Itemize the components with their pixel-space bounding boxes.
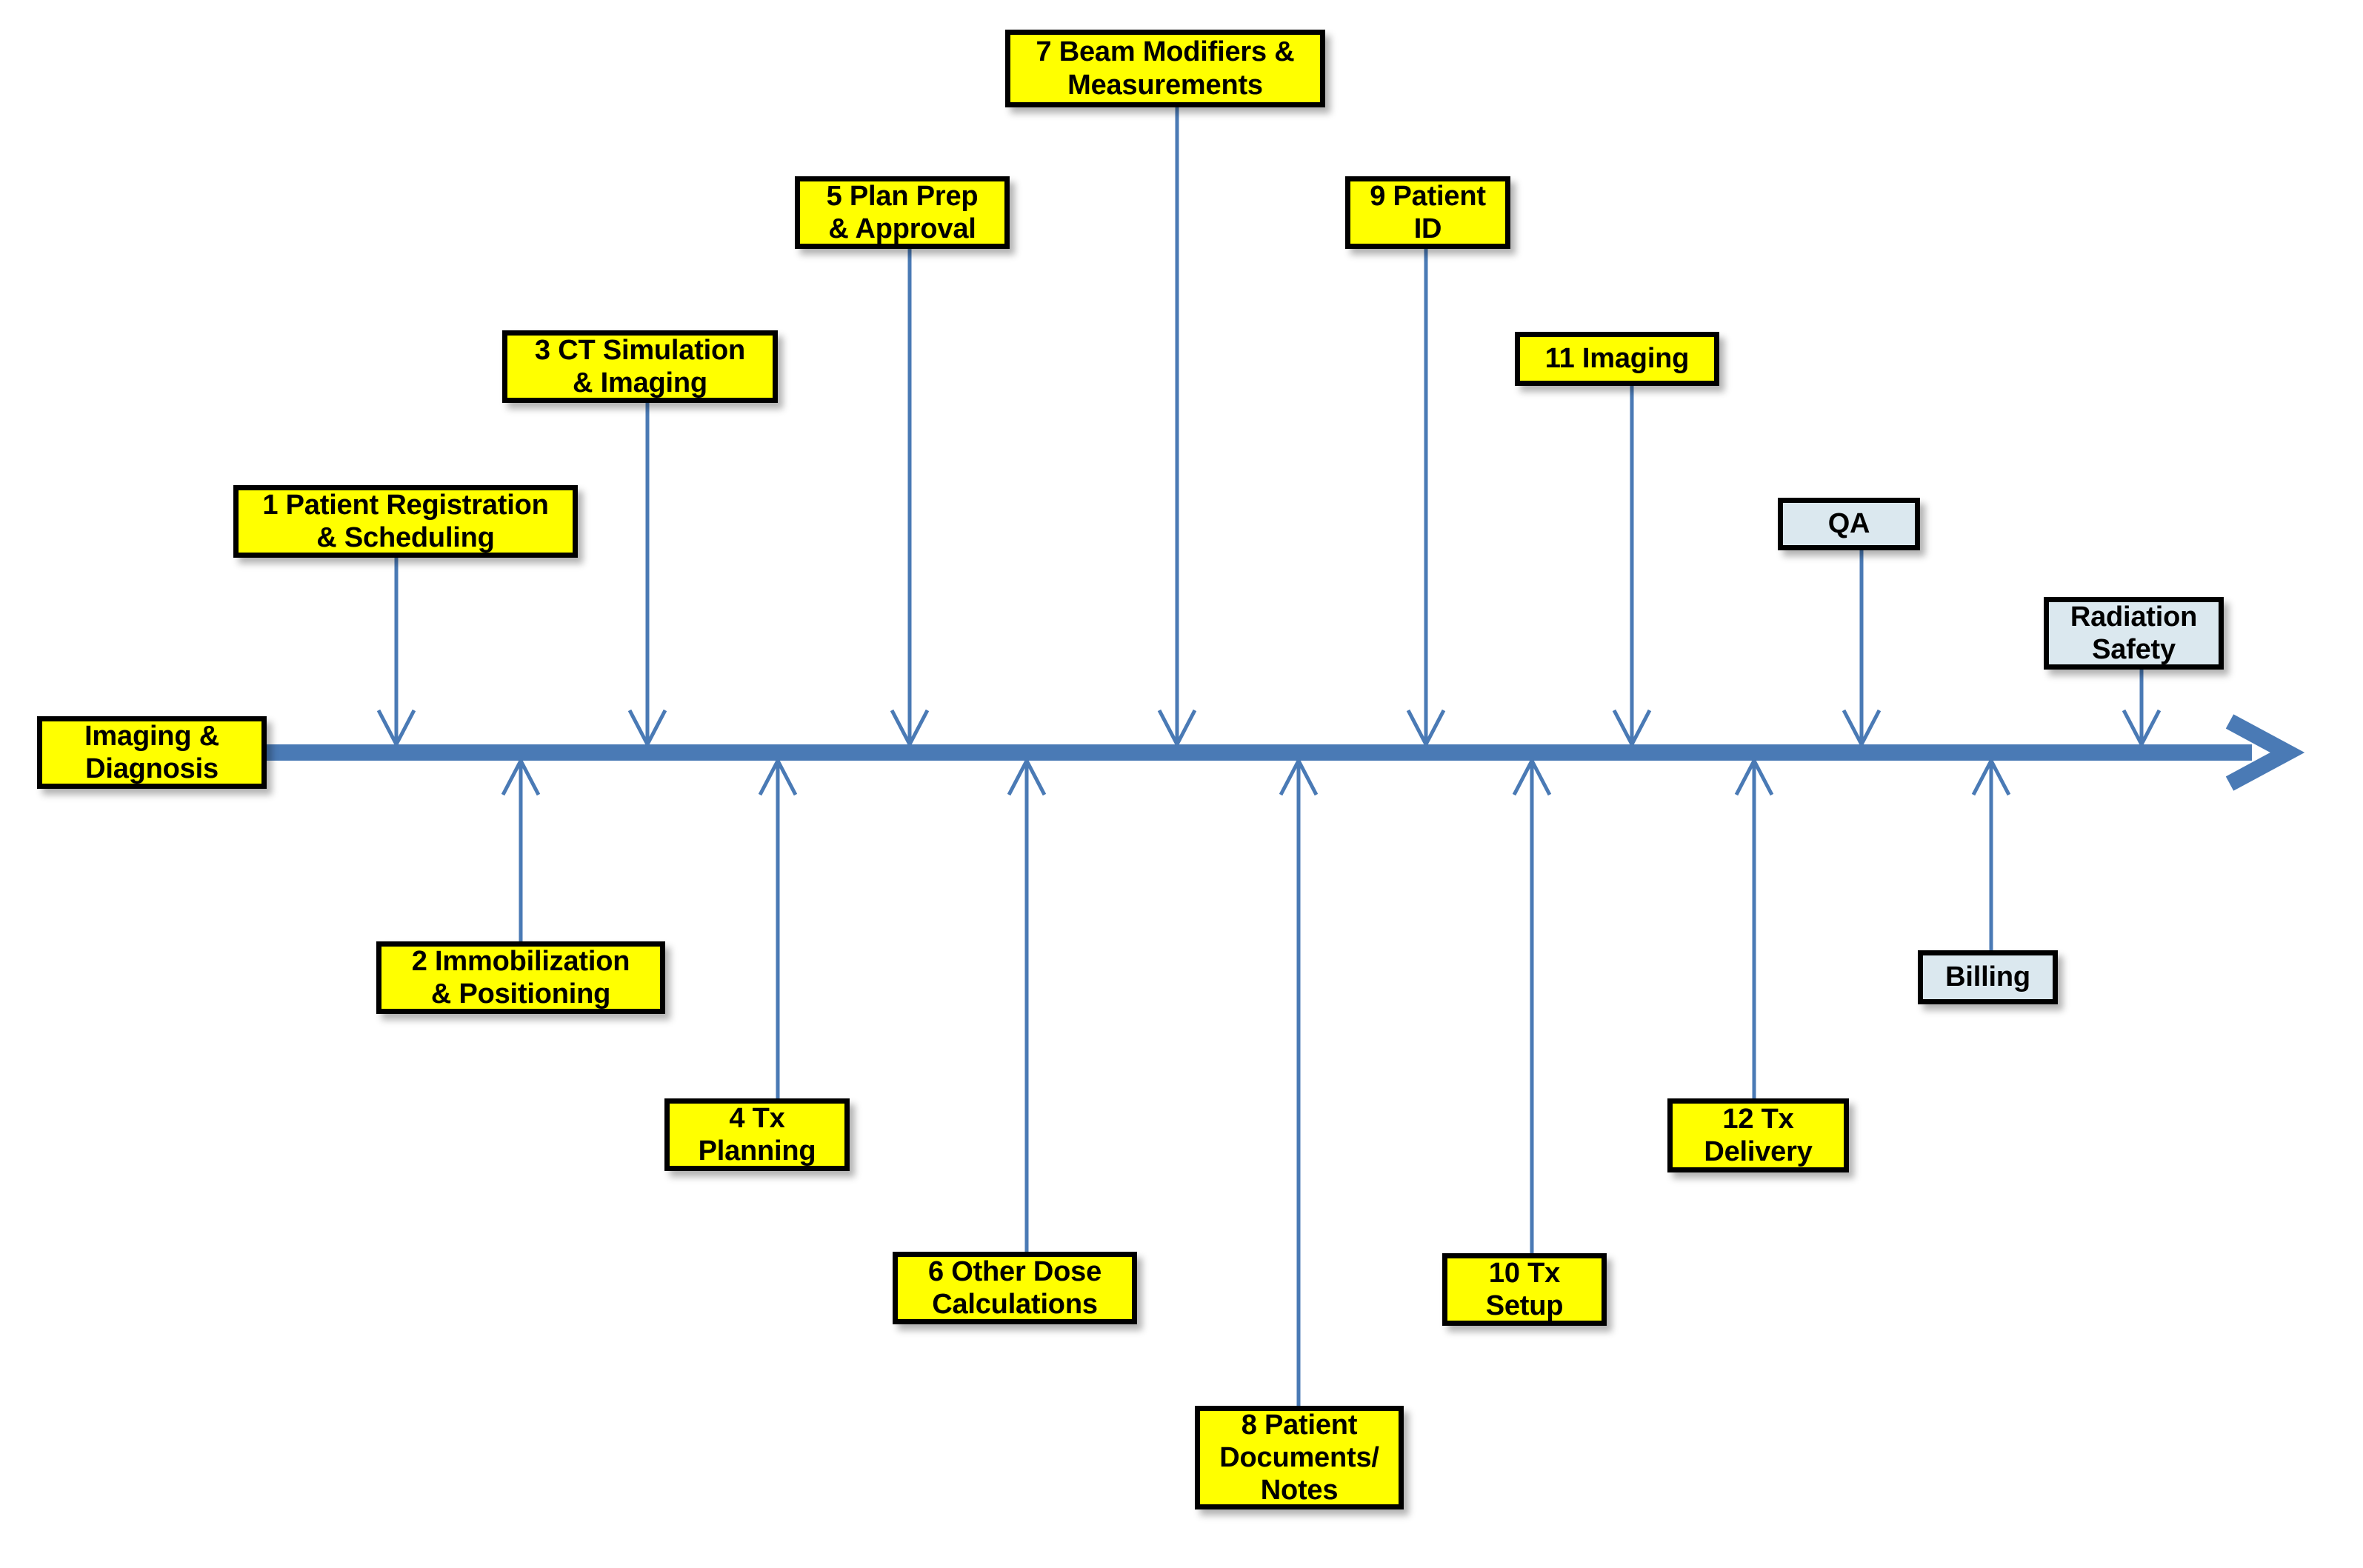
- node-label-12: 12 Tx Delivery: [1704, 1103, 1813, 1167]
- node-label-4: 4 Tx Planning: [698, 1102, 816, 1167]
- connector-5: [890, 249, 930, 749]
- connector-12: [1734, 756, 1774, 1098]
- node-box-qa[interactable]: QA: [1778, 498, 1920, 550]
- connector-arrowhead-11: [1612, 709, 1652, 749]
- connector-qa: [1842, 550, 1882, 749]
- node-label-radiationsafety: Radiation Safety: [2070, 601, 2198, 665]
- node-label-5: 5 Plan Prep & Approval: [826, 180, 979, 244]
- node-box-1[interactable]: 1 Patient Registration & Scheduling: [233, 485, 578, 558]
- node-box-9[interactable]: 9 Patient ID: [1345, 176, 1510, 249]
- connector-billing: [1971, 756, 2011, 950]
- connector-arrowhead-12: [1734, 756, 1774, 796]
- connector-arrowhead-billing: [1971, 756, 2011, 796]
- node-box-6[interactable]: 6 Other Dose Calculations: [893, 1252, 1137, 1324]
- node-box-2[interactable]: 2 Immobilization & Positioning: [376, 941, 665, 1014]
- node-label-1: 1 Patient Registration & Scheduling: [262, 489, 549, 553]
- connector-arrowhead-7: [1157, 709, 1197, 749]
- connector-arrowhead-qa: [1842, 709, 1882, 749]
- connector-4: [758, 756, 798, 1098]
- connector-arrowhead-8: [1279, 756, 1319, 796]
- connector-2: [501, 756, 541, 941]
- node-label-10: 10 Tx Setup: [1485, 1257, 1564, 1321]
- node-box-billing[interactable]: Billing: [1918, 950, 2058, 1004]
- node-box-3[interactable]: 3 CT Simulation & Imaging: [502, 330, 778, 403]
- node-box-11[interactable]: 11 Imaging: [1515, 332, 1719, 386]
- node-box-radiationsafety[interactable]: Radiation Safety: [2044, 597, 2224, 670]
- node-box-4[interactable]: 4 Tx Planning: [664, 1098, 850, 1171]
- connector-arrowhead-4: [758, 756, 798, 796]
- node-box-10[interactable]: 10 Tx Setup: [1442, 1253, 1607, 1326]
- connector-11: [1612, 386, 1652, 749]
- node-label-11: 11 Imaging: [1544, 343, 1690, 375]
- connector-arrowhead-10: [1512, 756, 1552, 796]
- node-box-12[interactable]: 12 Tx Delivery: [1667, 1098, 1849, 1172]
- node-label-3: 3 CT Simulation & Imaging: [534, 334, 746, 398]
- connector-arrowhead-radiationsafety: [2122, 709, 2162, 749]
- node-box-7[interactable]: 7 Beam Modifiers & Measurements: [1005, 30, 1325, 107]
- node-label-billing: Billing: [1945, 961, 2030, 993]
- connector-arrowhead-9: [1406, 709, 1446, 749]
- connector-10: [1512, 756, 1552, 1253]
- node-box-8[interactable]: 8 Patient Documents/ Notes: [1195, 1406, 1404, 1509]
- connector-8: [1279, 756, 1319, 1406]
- timeline-spine-and-connectors: [263, 107, 2305, 1406]
- connector-6: [1007, 756, 1047, 1252]
- anchor-box-imaging-and-diagnosis[interactable]: Imaging & Diagnosis: [37, 716, 267, 789]
- node-label-qa: QA: [1827, 508, 1870, 540]
- node-label-2: 2 Immobilization & Positioning: [411, 945, 630, 1010]
- connector-9: [1406, 249, 1446, 749]
- connector-arrowhead-5: [890, 709, 930, 749]
- connector-3: [627, 403, 667, 749]
- node-label-8: 8 Patient Documents/ Notes: [1219, 1409, 1379, 1507]
- connector-arrowhead-2: [501, 756, 541, 796]
- connector-1: [376, 558, 416, 749]
- connector-arrowhead-6: [1007, 756, 1047, 796]
- node-label-9: 9 Patient ID: [1370, 180, 1486, 244]
- connector-7: [1157, 107, 1197, 749]
- process-timeline-diagram: Imaging & Diagnosis 1 Patient Registrati…: [0, 0, 2363, 1568]
- node-label-7: 7 Beam Modifiers & Measurements: [1036, 36, 1295, 101]
- node-box-5[interactable]: 5 Plan Prep & Approval: [795, 176, 1010, 249]
- anchor-box-label: Imaging & Diagnosis: [84, 720, 219, 784]
- connector-arrowhead-1: [376, 709, 416, 749]
- connector-radiationsafety: [2122, 670, 2162, 749]
- connector-arrowhead-3: [627, 709, 667, 749]
- timeline-spine-arrowhead: [2225, 714, 2305, 791]
- node-label-6: 6 Other Dose Calculations: [927, 1255, 1102, 1320]
